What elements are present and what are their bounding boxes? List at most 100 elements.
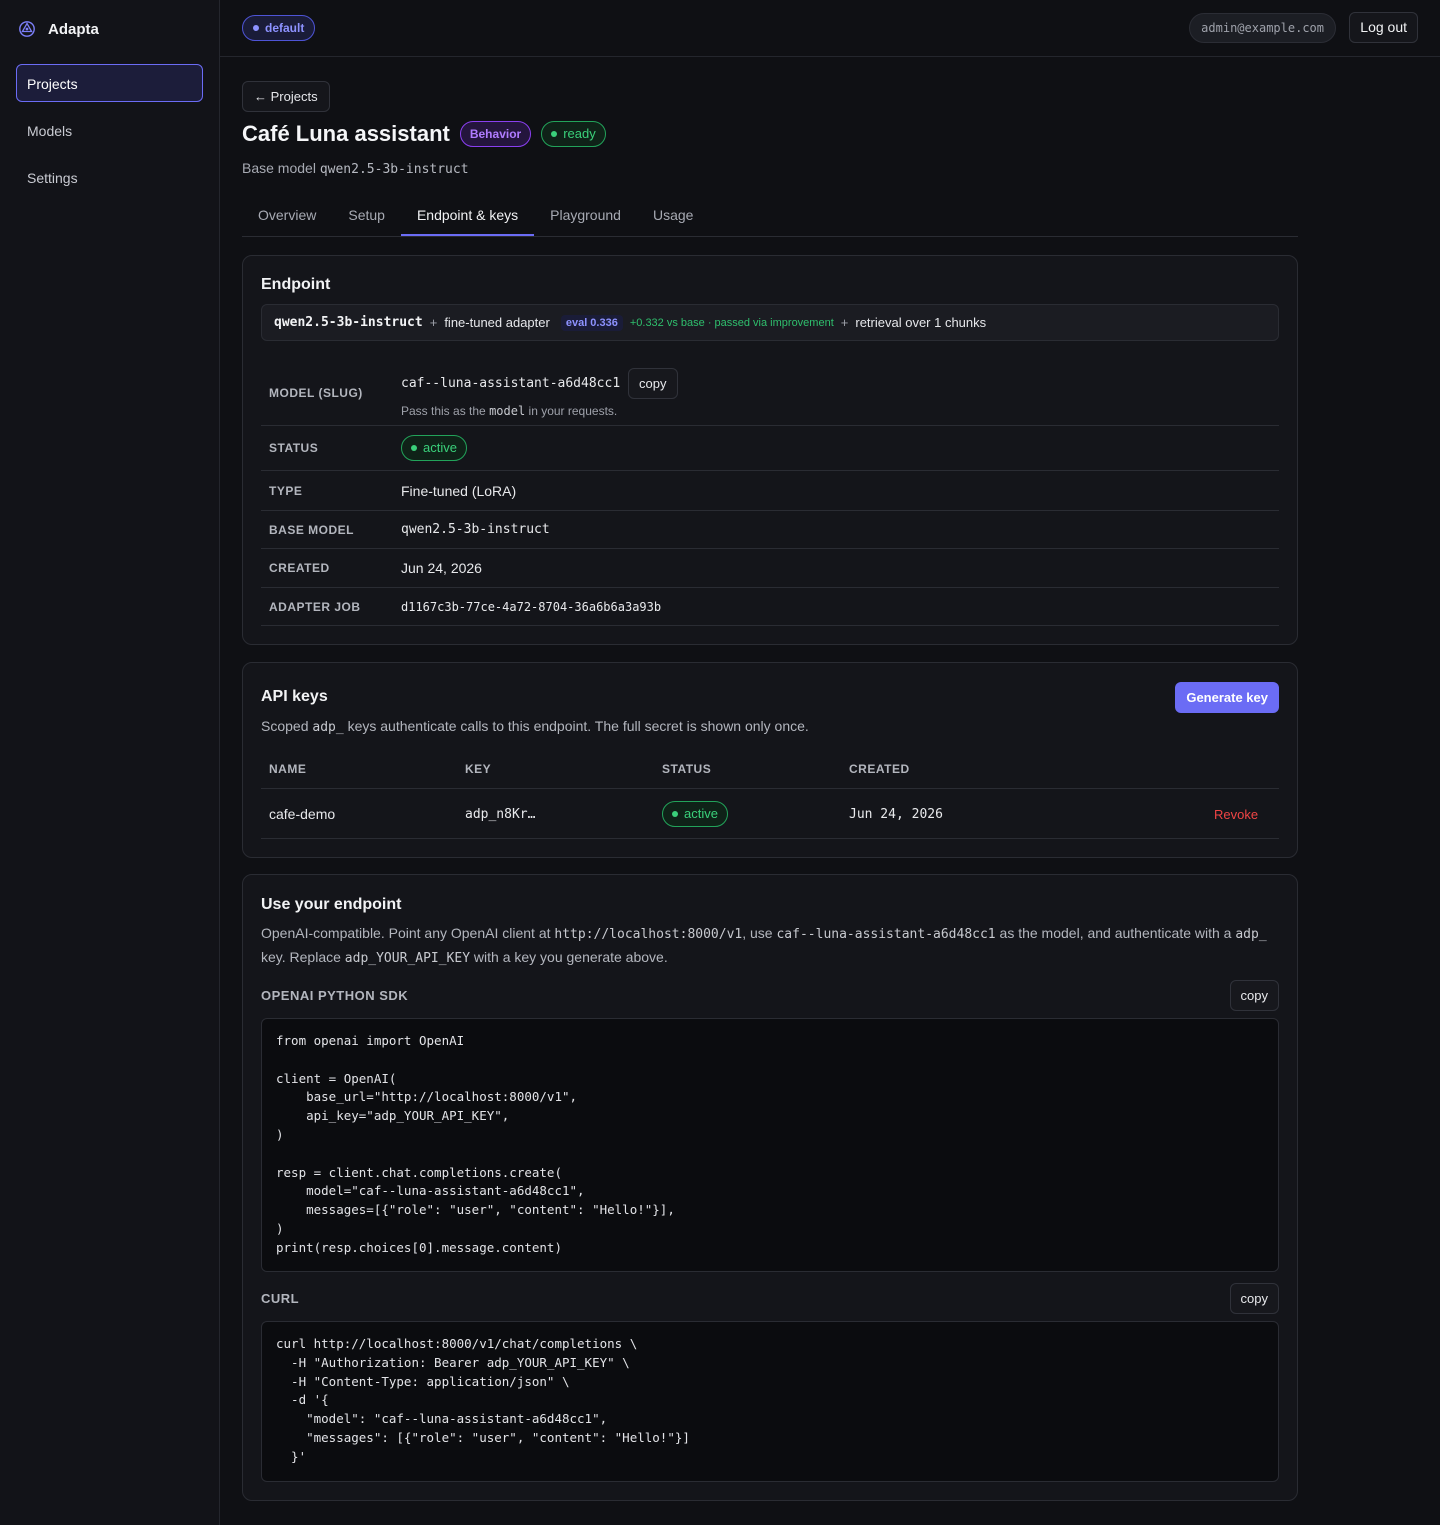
python-code-block[interactable]: from openai import OpenAI client = OpenA…	[261, 1018, 1279, 1272]
endpoint-title: Endpoint	[261, 276, 331, 293]
user-email: admin@example.com	[1189, 13, 1336, 43]
logout-button[interactable]: Log out	[1349, 12, 1418, 43]
model-slug-cell: caf--luna-assistant-a6d48cc1 copy Pass t…	[401, 367, 678, 418]
tab-overview[interactable]: Overview	[242, 200, 332, 236]
api-keys-description: Scoped adp_ keys authenticate calls to t…	[261, 718, 809, 735]
desc-model: caf--luna-assistant-a6d48cc1	[776, 927, 996, 942]
usage-card: Use your endpoint OpenAI-compatible. Poi…	[242, 874, 1298, 1501]
keys-desc-suffix: keys authenticate calls to this endpoint…	[347, 718, 809, 734]
plus-sign: +	[429, 315, 438, 330]
base-model-label: BASE MODEL	[269, 522, 355, 537]
type-label: TYPE	[269, 483, 303, 498]
copy-curl-button[interactable]: copy	[1229, 1283, 1279, 1314]
adapter-job-label: ADAPTER JOB	[269, 599, 361, 614]
usage-description: OpenAI-compatible. Point any OpenAI clie…	[261, 922, 1281, 970]
sidebar: Adapta Projects Models Settings	[0, 0, 220, 1525]
sidebar-item-settings[interactable]: Settings	[16, 158, 203, 196]
title-row: Café Luna assistant Behavior ready	[242, 121, 606, 147]
copy-python-button[interactable]: copy	[1229, 980, 1279, 1011]
base-model-prefix: Base model	[242, 160, 316, 176]
detail-row-model-slug: MODEL (SLUG) caf--luna-assistant-a6d48cc…	[261, 360, 1279, 426]
type-badge: Behavior	[459, 121, 532, 147]
org-name: default	[265, 21, 305, 35]
detail-row-type: TYPE Fine-tuned (LoRA)	[261, 471, 1279, 511]
api-keys-card: API keys Generate key Scoped adp_ keys a…	[242, 662, 1298, 858]
desc-prefix-code: adp_	[1235, 927, 1267, 942]
python-sdk-label: OPENAI PYTHON SDK	[261, 988, 409, 1003]
copy-slug-button[interactable]: copy	[628, 367, 678, 399]
usage-title: Use your endpoint	[261, 896, 402, 913]
desc-part-4: key. Replace	[261, 949, 341, 965]
created-label: CREATED	[269, 561, 330, 575]
tab-setup[interactable]: Setup	[332, 200, 401, 236]
model-slug-label: MODEL (SLUG)	[269, 385, 363, 400]
detail-row-base-model: BASE MODEL qwen2.5-3b-instruct	[261, 511, 1279, 549]
type-value: Fine-tuned (LoRA)	[401, 482, 517, 499]
atom-logo-icon	[19, 21, 35, 37]
dot-icon	[551, 131, 558, 137]
keys-desc-prefix: Scoped	[261, 718, 309, 734]
eval-score: eval 0.336	[560, 314, 623, 331]
generate-key-button[interactable]: Generate key	[1175, 682, 1279, 713]
eval-delta: +0.332 vs base · passed via improvement	[629, 316, 834, 329]
sidebar-item-models[interactable]: Models	[16, 111, 203, 149]
status-label: STATUS	[269, 441, 319, 455]
col-status: STATUS	[662, 762, 712, 776]
endpoint-card: Endpoint qwen2.5-3b-instruct + fine-tune…	[242, 255, 1298, 645]
key-created: Jun 24, 2026	[849, 806, 943, 822]
key-name: cafe-demo	[269, 806, 336, 822]
base-model-field-value: qwen2.5-3b-instruct	[401, 522, 550, 537]
endpoint-status-badge: active	[401, 435, 467, 461]
detail-row-status: STATUS active	[261, 426, 1279, 471]
key-status-value: active	[684, 806, 718, 821]
base-model-value: qwen2.5-3b-instruct	[319, 162, 469, 177]
keys-desc-code: adp_	[312, 720, 344, 735]
tabs: Overview Setup Endpoint & keys Playgroun…	[242, 200, 1298, 237]
topbar: default admin@example.com Log out	[220, 0, 1440, 57]
endpoint-summary: qwen2.5-3b-instruct + fine-tuned adapter…	[261, 304, 1279, 341]
sidebar-nav: Projects Models Settings	[16, 64, 203, 205]
table-row: cafe-demo adp_n8Kr… active Jun 24, 2026 …	[261, 789, 1279, 839]
tab-endpoint-keys[interactable]: Endpoint & keys	[400, 200, 535, 236]
hint-suffix: in your requests.	[528, 403, 618, 418]
summary-retrieval: retrieval over 1 chunks	[855, 315, 987, 330]
org-badge[interactable]: default	[242, 15, 316, 41]
model-slug-hint: Pass this as the model in your requests.	[401, 404, 678, 418]
key-prefix: adp_n8Kr…	[465, 806, 536, 822]
endpoint-status-value: active	[423, 440, 457, 455]
created-value: Jun 24, 2026	[401, 560, 482, 576]
back-to-projects-button[interactable]: ← Projects	[242, 81, 330, 112]
endpoint-details: MODEL (SLUG) caf--luna-assistant-a6d48cc…	[261, 360, 1279, 626]
page-title: Café Luna assistant	[242, 121, 450, 146]
tab-usage[interactable]: Usage	[637, 200, 709, 236]
keys-table-header: NAME KEY STATUS CREATED	[261, 762, 1279, 789]
detail-row-adapter-job: ADAPTER JOB d1167c3b-77ce-4a72-8704-36a6…	[261, 588, 1279, 626]
adapter-job-value: d1167c3b-77ce-4a72-8704-36a6b6a3a93b	[401, 599, 662, 614]
sidebar-item-projects[interactable]: Projects	[16, 64, 203, 102]
brand[interactable]: Adapta	[18, 20, 99, 38]
revoke-button[interactable]: Revoke	[1214, 789, 1258, 839]
dot-icon	[253, 25, 259, 31]
base-model-line: Base model qwen2.5-3b-instruct	[242, 160, 469, 177]
col-key: KEY	[465, 762, 492, 776]
status-badge-label: ready	[563, 126, 596, 141]
status-badge: ready	[541, 121, 606, 147]
curl-code-block[interactable]: curl http://localhost:8000/v1/chat/compl…	[261, 1321, 1279, 1482]
dot-icon	[411, 445, 417, 451]
desc-part-2: , use	[742, 925, 773, 941]
desc-part-5: with a key you generate above.	[473, 949, 668, 965]
summary-model: qwen2.5-3b-instruct	[274, 315, 423, 330]
curl-label: CURL	[261, 1291, 300, 1306]
api-keys-title: API keys	[261, 688, 328, 705]
desc-part-3: as the model, and authenticate with a	[999, 925, 1232, 941]
desc-url: http://localhost:8000/v1	[554, 927, 743, 942]
hint-code: model	[489, 403, 526, 418]
key-status-badge: active	[662, 801, 728, 827]
hint-prefix: Pass this as the	[401, 403, 486, 418]
model-slug-value: caf--luna-assistant-a6d48cc1	[401, 375, 621, 391]
dot-icon	[672, 811, 678, 817]
tab-playground[interactable]: Playground	[534, 200, 637, 236]
col-created: CREATED	[849, 762, 910, 776]
plus-sign: +	[840, 315, 849, 330]
col-name: NAME	[269, 762, 307, 776]
